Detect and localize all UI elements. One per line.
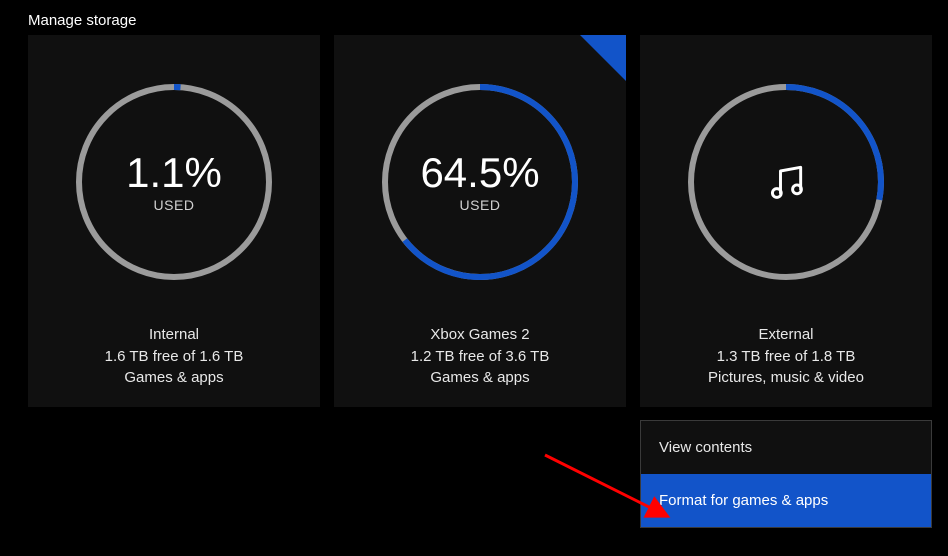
- storage-cards: 1.1% USED Internal 1.6 TB free of 1.6 TB…: [28, 35, 932, 407]
- drive-free: 1.3 TB free of 1.8 TB: [640, 346, 932, 368]
- drive-content-type: Pictures, music & video: [640, 367, 932, 389]
- storage-card-external[interactable]: External 1.3 TB free of 1.8 TB Pictures,…: [640, 35, 932, 407]
- context-menu-item-format[interactable]: Format for games & apps: [641, 474, 931, 527]
- default-install-flag-icon: [580, 35, 626, 81]
- drive-name: Xbox Games 2: [334, 324, 626, 346]
- drive-free: 1.2 TB free of 3.6 TB: [334, 346, 626, 368]
- drive-content-type: Games & apps: [334, 367, 626, 389]
- usage-percent: 1.1%: [69, 151, 279, 195]
- storage-card-xbox-games-2[interactable]: 64.5% USED Xbox Games 2 1.2 TB free of 3…: [334, 35, 626, 407]
- drive-name: External: [640, 324, 932, 346]
- usage-ring: 1.1% USED: [69, 77, 279, 287]
- page-title: Manage storage: [28, 12, 136, 29]
- drive-name: Internal: [28, 324, 320, 346]
- card-labels: External 1.3 TB free of 1.8 TB Pictures,…: [640, 324, 932, 389]
- context-menu-item-view-contents[interactable]: View contents: [641, 421, 931, 474]
- usage-ring: [681, 77, 891, 287]
- usage-used-label: USED: [375, 197, 585, 213]
- context-menu: View contents Format for games & apps: [640, 420, 932, 528]
- usage-used-label: USED: [69, 197, 279, 213]
- card-labels: Internal 1.6 TB free of 1.6 TB Games & a…: [28, 324, 320, 389]
- storage-card-internal[interactable]: 1.1% USED Internal 1.6 TB free of 1.6 TB…: [28, 35, 320, 407]
- card-labels: Xbox Games 2 1.2 TB free of 3.6 TB Games…: [334, 324, 626, 389]
- music-icon: [764, 160, 808, 204]
- drive-content-type: Games & apps: [28, 367, 320, 389]
- drive-free: 1.6 TB free of 1.6 TB: [28, 346, 320, 368]
- usage-percent: 64.5%: [375, 151, 585, 195]
- usage-ring: 64.5% USED: [375, 77, 585, 287]
